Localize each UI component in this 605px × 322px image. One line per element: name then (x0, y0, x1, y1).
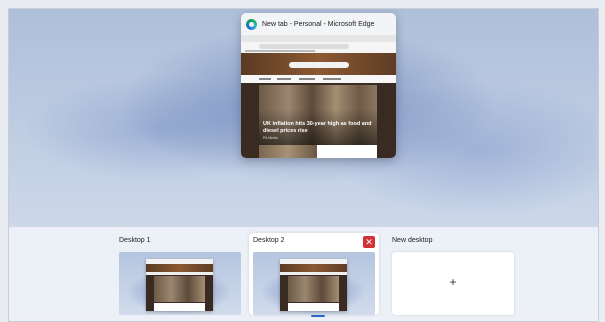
address-bar (259, 44, 349, 49)
task-view-screen: New tab - Personal - Microsoft Edge UK i… (8, 8, 599, 322)
desktop-switcher: Desktop 1 Desktop 2 ✕ New desktop + (9, 226, 598, 321)
browser-tab-strip (241, 35, 396, 42)
new-desktop-button[interactable]: + (392, 252, 514, 315)
desktop-2[interactable]: Desktop 2 ✕ (249, 233, 379, 315)
desktop-label: Desktop 2 (253, 237, 285, 244)
edge-window-preview[interactable]: New tab - Personal - Microsoft Edge UK i… (241, 13, 396, 158)
window-titlebar: New tab - Personal - Microsoft Edge (241, 13, 396, 35)
desktop-thumbnail[interactable] (119, 252, 241, 315)
news-search-box (289, 62, 349, 68)
news-feed-image (259, 145, 317, 158)
desktop-1[interactable]: Desktop 1 (115, 233, 245, 315)
browser-toolbar (241, 35, 396, 54)
close-desktop-button[interactable]: ✕ (363, 236, 375, 248)
news-source: PA Media (263, 136, 278, 140)
window-thumbnail (146, 259, 213, 311)
new-desktop[interactable]: New desktop + (388, 233, 518, 315)
active-desktop-indicator (311, 315, 325, 317)
desktop-label: Desktop 1 (119, 237, 151, 244)
news-nav-bar (241, 75, 396, 83)
desktop-thumbnail[interactable] (253, 252, 375, 315)
plus-icon: + (449, 275, 457, 289)
desktop-label: New desktop (392, 237, 433, 244)
news-headline: UK inflation hits 30-year high as food a… (263, 121, 372, 134)
window-thumbnail (280, 259, 347, 311)
window-title: New tab - Personal - Microsoft Edge (262, 20, 375, 28)
favorites-bar (245, 50, 315, 52)
edge-icon (246, 18, 257, 30)
window-thumbnail: UK inflation hits 30-year high as food a… (241, 35, 396, 158)
